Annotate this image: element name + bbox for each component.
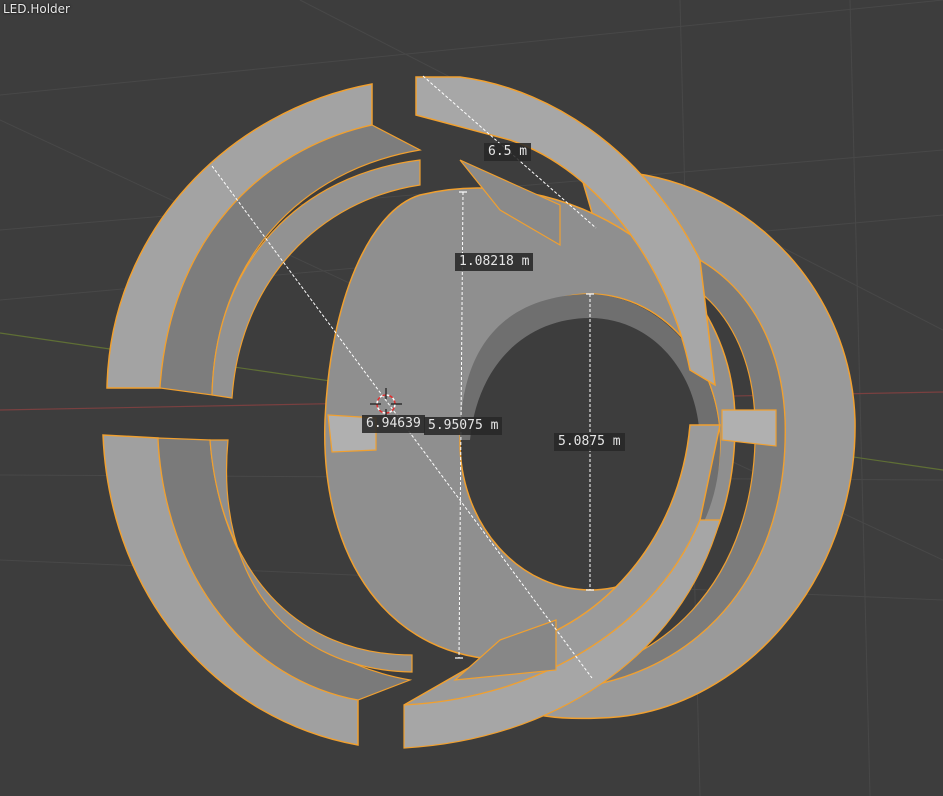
measurement-label[interactable]: 5.0875 m [554, 433, 625, 451]
3d-viewport[interactable]: LED.Holder 6.5 m 1.08218 m 6.94639 5.950… [0, 0, 943, 796]
measurement-label[interactable]: 1.08218 m [455, 253, 534, 271]
active-object-name: LED.Holder [3, 2, 70, 16]
measurement-label[interactable]: 6.94639 [362, 415, 425, 433]
measurement-label[interactable]: 5.95075 m [424, 417, 503, 435]
measurement-label[interactable]: 6.5 m [484, 143, 532, 161]
viewport-canvas[interactable] [0, 0, 943, 796]
